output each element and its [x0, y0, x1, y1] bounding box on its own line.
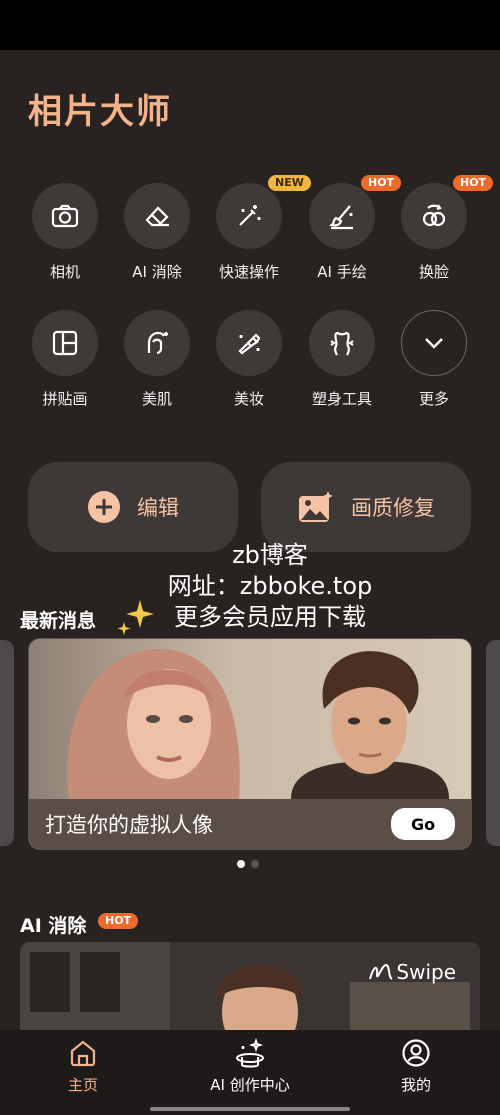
sparkle-icon	[117, 600, 154, 635]
brush-icon	[328, 205, 353, 230]
tool-collage-button[interactable]	[32, 310, 98, 376]
nav-home[interactable]: 主页	[23, 1030, 143, 1095]
bottom-nav: 主页 AI 创作中心 我的	[0, 1030, 500, 1115]
tool-label: 美妆	[233, 390, 264, 408]
tool-more-button[interactable]	[401, 310, 467, 376]
camera-icon	[51, 204, 79, 228]
lipstick-icon	[238, 333, 261, 355]
tool-body-shape[interactable]: 塑身工具	[297, 310, 387, 409]
news-title: 最新消息	[20, 610, 97, 632]
tool-label: 更多	[418, 390, 449, 408]
tool-label: AI 手绘	[317, 263, 367, 281]
tool-face-swap-button[interactable]: HOT	[401, 175, 494, 249]
home-indicator	[150, 1107, 350, 1111]
hot-badge: HOT	[453, 175, 494, 191]
tool-collage[interactable]: 拼贴画	[20, 310, 110, 409]
tool-body-shape-button[interactable]	[309, 310, 375, 376]
tool-camera[interactable]: 相机	[20, 183, 110, 282]
body-shape-icon	[330, 331, 354, 356]
profile-icon	[402, 1039, 430, 1067]
tool-label: 相机	[49, 263, 80, 281]
tool-ai-erase-button[interactable]	[124, 183, 190, 249]
prev-card-peek[interactable]	[0, 640, 14, 846]
banner-caption: 打造你的虚拟人像	[45, 813, 213, 837]
plus-circle-icon	[88, 491, 120, 523]
carousel-dots	[237, 860, 259, 868]
tool-face-swap[interactable]: HOT 换脸	[389, 175, 494, 282]
tool-ai-erase[interactable]: AI 消除	[112, 183, 202, 282]
magic-hat-icon	[236, 1038, 264, 1068]
banner-caption-bar: 打造你的虚拟人像 Go	[29, 799, 471, 849]
edit-button-label: 编辑	[137, 496, 179, 520]
tool-quick-action[interactable]: NEW 快速操作	[204, 175, 311, 282]
nav-me-label: 我的	[400, 1076, 431, 1094]
tool-makeup-button[interactable]	[216, 310, 282, 376]
tool-label: 快速操作	[218, 263, 279, 281]
watermark-line: zb博客	[232, 541, 308, 569]
next-card-peek[interactable]	[486, 640, 500, 846]
restore-button-label: 画质修复	[351, 496, 435, 520]
ai-erase-title: AI 消除	[20, 915, 87, 937]
nav-ai-center[interactable]: AI 创作中心	[190, 1030, 310, 1095]
image-enhance-icon	[299, 491, 333, 522]
edit-button[interactable]: 编辑	[28, 462, 238, 552]
magic-wand-icon	[239, 205, 261, 226]
tool-label: 塑身工具	[311, 390, 372, 408]
eraser-icon	[145, 206, 169, 227]
tool-label: 美肌	[141, 390, 172, 408]
tool-more[interactable]: 更多	[389, 310, 479, 409]
tool-label: 换脸	[418, 263, 449, 281]
watermark: zb博客 网址：zbboke.top 更多会员应用下载	[160, 540, 380, 633]
nav-ai-center-label: AI 创作中心	[210, 1076, 290, 1094]
nav-me[interactable]: 我的	[356, 1030, 476, 1095]
go-button[interactable]: Go	[391, 808, 455, 840]
face-swap-icon	[422, 204, 446, 227]
tool-makeup[interactable]: 美妆	[204, 310, 294, 409]
chevron-down-icon	[425, 338, 443, 349]
restore-button[interactable]: 画质修复	[261, 462, 471, 552]
tool-label: 拼贴画	[42, 390, 88, 408]
tool-quick-action-button[interactable]: NEW	[216, 175, 311, 249]
carousel-dot-active[interactable]	[237, 860, 245, 868]
carousel-dot[interactable]	[251, 860, 259, 868]
face-beauty-icon	[147, 331, 168, 355]
hot-badge: HOT	[98, 913, 139, 929]
banner-portrait-image	[29, 639, 471, 799]
tool-camera-button[interactable]	[32, 183, 98, 249]
swipe-gesture-icon	[369, 963, 394, 980]
news-banner[interactable]: 打造你的虚拟人像 Go	[28, 638, 472, 850]
tool-skin[interactable]: 美肌	[112, 310, 202, 409]
tool-label: AI 消除	[132, 263, 182, 281]
nav-home-label: 主页	[67, 1076, 98, 1094]
app-title: 相片大师	[28, 92, 172, 132]
tool-skin-button[interactable]	[124, 310, 190, 376]
swipe-hint: Swipe	[368, 960, 456, 984]
collage-icon	[52, 330, 78, 356]
tool-ai-sketch[interactable]: HOT AI 手绘	[297, 175, 402, 282]
home-icon	[70, 1040, 96, 1067]
tool-ai-sketch-button[interactable]: HOT	[309, 175, 402, 249]
watermark-line: 网址：zbboke.top	[167, 572, 373, 600]
watermark-line: 更多会员应用下载	[174, 603, 366, 631]
status-bar	[0, 0, 500, 50]
swipe-label: Swipe	[396, 960, 456, 984]
